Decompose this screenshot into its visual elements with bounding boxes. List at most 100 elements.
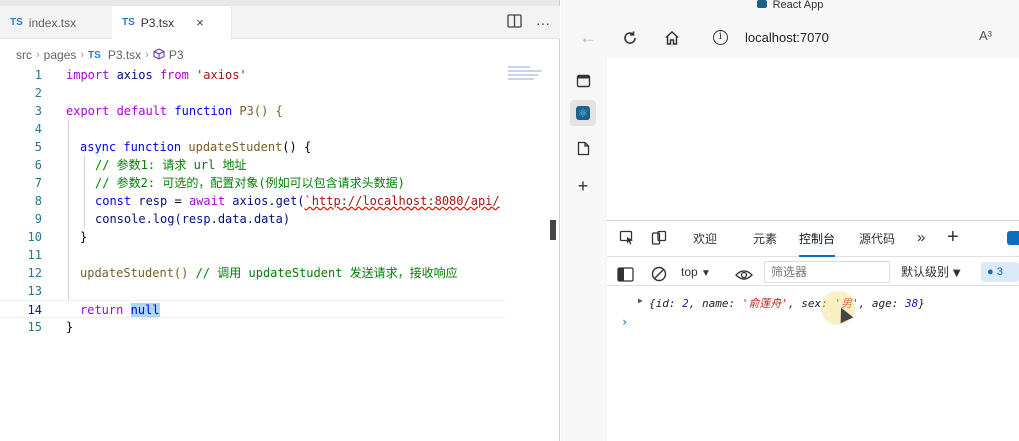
- tab-label: P3.tsx: [140, 15, 175, 30]
- browser-window: React App ← i localhost:7070 A³ ⚛ + 欢迎 元…: [561, 0, 1019, 441]
- line-number: 6: [34, 158, 42, 172]
- chevron-right-icon: ›: [36, 49, 40, 61]
- chevron-right-icon: ›: [80, 49, 85, 61]
- back-icon[interactable]: ←: [575, 22, 601, 54]
- issues-badge[interactable]: ● 3: [981, 262, 1019, 282]
- device-emulation-icon[interactable]: [651, 230, 667, 249]
- line-number: 3: [34, 104, 42, 118]
- typescript-file-icon: TS: [88, 49, 101, 61]
- breadcrumb-item[interactable]: pages: [44, 48, 77, 62]
- line-number: 15: [27, 320, 42, 334]
- close-icon[interactable]: ×: [196, 15, 204, 30]
- typescript-file-icon: TS: [10, 17, 23, 28]
- code-line: 15 }: [0, 318, 505, 336]
- console-filter-input[interactable]: 筛选器: [764, 261, 890, 283]
- breadcrumb-symbol[interactable]: P3: [169, 48, 184, 62]
- tab-label: index.tsx: [28, 15, 77, 30]
- code-line: 3 export default function P3() {: [0, 102, 505, 120]
- line-content: const resp = await axios.get(`http://loc…: [95, 194, 500, 208]
- devtools-tab-console[interactable]: 控制台: [799, 221, 836, 257]
- context-select[interactable]: top ▼: [681, 258, 711, 286]
- message-icon: ●: [987, 266, 994, 278]
- tab-index-tsx[interactable]: TS index.tsx: [0, 6, 110, 39]
- devtools-tab-elements[interactable]: 元素: [753, 221, 777, 257]
- code-line: 6 // 参数1: 请求 url 地址: [0, 156, 505, 174]
- devtools-tab-welcome[interactable]: 欢迎: [693, 221, 717, 257]
- typescript-file-icon: TS: [122, 17, 135, 28]
- code-line: 2: [0, 84, 505, 102]
- code-line: 1 import axios from 'axios': [0, 66, 505, 84]
- code-line: 12 updateStudent() // 调用 updateStudent 发…: [0, 264, 505, 282]
- code-line: 7 // 参数2: 可选的，配置对象(例如可以包含请求头数据): [0, 174, 505, 192]
- window-title: React App: [561, 0, 1019, 14]
- code-line: 8 const resp = await axios.get(`http://l…: [0, 192, 505, 210]
- read-aloud-icon[interactable]: A³: [979, 28, 992, 43]
- sash-handle[interactable]: [550, 220, 556, 240]
- tab-actions-icon[interactable]: [573, 70, 593, 90]
- more-actions-icon[interactable]: ···: [536, 15, 550, 31]
- browser-sidebar: ⚛ +: [561, 60, 605, 441]
- line-number: 12: [27, 266, 42, 280]
- url-field[interactable]: localhost:7070: [745, 30, 829, 45]
- line-number: 10: [27, 230, 42, 244]
- console-output[interactable]: ▶ {id: 2, name: '俞莲舟', sex: '男', age: 38…: [607, 287, 1019, 437]
- editor-tab-bar: TS index.tsx TS P3.tsx × ···: [0, 6, 560, 39]
- line-number: 14: [27, 303, 42, 317]
- log-level-select[interactable]: 默认级别 ▼: [901, 258, 961, 286]
- add-tool-icon[interactable]: +: [947, 226, 959, 249]
- react-tab-icon[interactable]: ⚛: [570, 100, 596, 126]
- code-line: 11: [0, 246, 505, 264]
- console-prompt[interactable]: ›: [621, 315, 628, 329]
- line-number: 9: [34, 212, 42, 226]
- dropdown-arrow-icon: ▼: [952, 268, 961, 279]
- new-document-tab-icon[interactable]: [573, 138, 593, 158]
- tab-p3-tsx[interactable]: TS P3.tsx ×: [112, 6, 232, 39]
- feedback-icon[interactable]: [1007, 231, 1019, 245]
- line-content: }: [80, 230, 88, 244]
- line-content: // 参数2: 可选的，配置对象(例如可以包含请求头数据): [95, 176, 405, 190]
- line-content: async function updateStudent() {: [80, 140, 312, 154]
- devtools-tab-sources[interactable]: 源代码: [859, 221, 895, 257]
- site-info-icon[interactable]: i: [713, 30, 728, 45]
- split-editor-icon[interactable]: [507, 14, 522, 31]
- dropdown-arrow-icon: ▼: [701, 268, 711, 279]
- inspect-element-icon[interactable]: [619, 230, 635, 249]
- breadcrumb-file[interactable]: P3.tsx: [108, 48, 141, 62]
- editor-actions: ···: [507, 6, 550, 39]
- line-number: 4: [34, 122, 42, 136]
- code-line-current: 14 return null: [0, 300, 505, 318]
- home-icon[interactable]: [659, 22, 685, 54]
- breadcrumb: src › pages › TS P3.tsx › P3: [16, 45, 184, 65]
- devtools-panel: 欢迎 元素 控制台 源代码 » + top ▼ 筛选器 默认级别 ▼ ● 3 ▶: [607, 220, 1019, 441]
- line-content: export default function P3() {: [66, 104, 283, 118]
- address-bar: ← i localhost:7070 A³: [561, 22, 1019, 54]
- more-tabs-icon[interactable]: »: [917, 229, 925, 246]
- code-line: 9 console.log(resp.data.data): [0, 210, 505, 228]
- clear-console-icon[interactable]: [651, 264, 667, 282]
- expand-triangle-icon[interactable]: ▶: [638, 296, 643, 305]
- line-number: 8: [34, 194, 42, 208]
- vscode-window: TS index.tsx TS P3.tsx × ··· src › pages…: [0, 0, 560, 441]
- sidebar-toggle-icon[interactable]: [617, 264, 634, 282]
- line-content: }: [66, 320, 74, 334]
- line-content: updateStudent() // 调用 updateStudent 发送请求…: [80, 266, 458, 280]
- line-number: 13: [27, 284, 42, 298]
- symbol-cube-icon: [153, 47, 165, 63]
- code-line: 4: [0, 120, 505, 138]
- web-page-viewport[interactable]: [607, 58, 1019, 220]
- line-number: 5: [34, 140, 42, 154]
- console-log-entry[interactable]: {id: 2, name: '俞莲舟', sex: '男', age: 38}: [649, 295, 925, 311]
- add-tab-icon[interactable]: +: [573, 176, 593, 196]
- console-toolbar: top ▼ 筛选器 默认级别 ▼ ● 3: [607, 258, 1019, 286]
- refresh-icon[interactable]: [617, 22, 643, 54]
- line-number: 7: [34, 176, 42, 190]
- live-expression-eye-icon[interactable]: [735, 264, 753, 280]
- line-content: console.log(resp.data.data): [95, 212, 291, 226]
- line-content: import axios from 'axios': [66, 68, 247, 82]
- breadcrumb-item[interactable]: src: [16, 48, 32, 62]
- devtools-tab-bar: 欢迎 元素 控制台 源代码 » +: [607, 221, 1019, 257]
- react-app-icon: [756, 0, 767, 8]
- line-number: 11: [27, 248, 42, 262]
- code-editor[interactable]: 1 import axios from 'axios' 2 3 export d…: [0, 66, 505, 441]
- minimap[interactable]: [508, 66, 548, 96]
